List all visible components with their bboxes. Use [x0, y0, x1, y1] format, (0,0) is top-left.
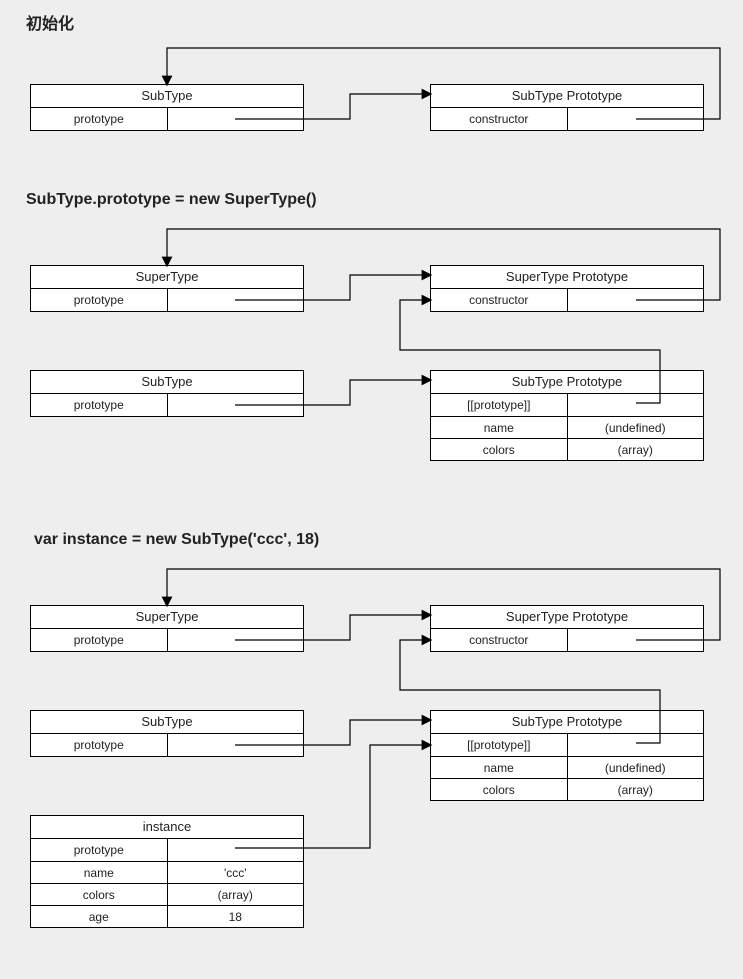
s3-inst-r0k: prototype [31, 839, 168, 861]
s2-sub-left: SubType prototype [30, 370, 304, 417]
s3-super-left: SuperType prototype [30, 605, 304, 652]
s2-sub-right-title: SubType Prototype [431, 371, 703, 394]
s2-sub-right-r2v: (array) [568, 439, 704, 460]
s2-sub-left-val [168, 394, 304, 416]
s3-sub-left-title: SubType [31, 711, 303, 734]
s2-sub-right-r1v: (undefined) [568, 417, 704, 438]
s3-sub-left: SubType prototype [30, 710, 304, 757]
s2-super-right-key: constructor [431, 289, 568, 311]
s2-sub-right-r0k: [[prototype]] [431, 394, 568, 416]
s3-sub-left-key: prototype [31, 734, 168, 756]
s3-inst-r2v: (array) [168, 884, 304, 905]
s1-proto-prop-key: constructor [431, 108, 568, 130]
s3-sub-right-r1v: (undefined) [568, 757, 704, 778]
s3-inst-r0v [168, 839, 304, 861]
s1-subtype-prop-val [168, 108, 304, 130]
s3-sub-right-r0v [568, 734, 704, 756]
s2-super-left-title: SuperType [31, 266, 303, 289]
s3-sub-right-r2k: colors [431, 779, 568, 800]
section3-title: var instance = new SubType('ccc', 18) [34, 531, 319, 549]
s3-inst-r3v: 18 [168, 906, 304, 927]
s3-sub-right: SubType Prototype [[prototype]] name (un… [430, 710, 704, 801]
section2-title: SubType.prototype = new SuperType() [26, 191, 317, 209]
s3-super-left-title: SuperType [31, 606, 303, 629]
s2-sub-right-r2k: colors [431, 439, 568, 460]
s2-sub-left-title: SubType [31, 371, 303, 394]
s3-inst-r1k: name [31, 862, 168, 883]
s3-inst-r2k: colors [31, 884, 168, 905]
s2-super-right: SuperType Prototype constructor [430, 265, 704, 312]
s2-sub-right-r1k: name [431, 417, 568, 438]
s2-super-left-val [168, 289, 304, 311]
s3-sub-right-r1k: name [431, 757, 568, 778]
s3-super-right-val [568, 629, 704, 651]
s3-super-right-key: constructor [431, 629, 568, 651]
s3-inst-r1v: 'ccc' [168, 862, 304, 883]
s3-super-left-key: prototype [31, 629, 168, 651]
s2-super-left: SuperType prototype [30, 265, 304, 312]
s2-super-right-title: SuperType Prototype [431, 266, 703, 289]
s3-inst-r3k: age [31, 906, 168, 927]
s3-sub-right-r2v: (array) [568, 779, 704, 800]
s2-sub-right: SubType Prototype [[prototype]] name (un… [430, 370, 704, 461]
s3-super-right: SuperType Prototype constructor [430, 605, 704, 652]
s3-sub-right-r0k: [[prototype]] [431, 734, 568, 756]
s3-sub-right-title: SubType Prototype [431, 711, 703, 734]
s3-super-left-val [168, 629, 304, 651]
s2-super-right-val [568, 289, 704, 311]
s2-sub-left-key: prototype [31, 394, 168, 416]
s1-proto-title: SubType Prototype [431, 85, 703, 108]
s1-proto-box: SubType Prototype constructor [430, 84, 704, 131]
s3-super-right-title: SuperType Prototype [431, 606, 703, 629]
s2-super-left-key: prototype [31, 289, 168, 311]
s1-subtype-title: SubType [31, 85, 303, 108]
s2-sub-right-r0v [568, 394, 704, 416]
s1-proto-prop-val [568, 108, 704, 130]
s1-subtype-prop-key: prototype [31, 108, 168, 130]
s3-instance-title: instance [31, 816, 303, 839]
s1-subtype-box: SubType prototype [30, 84, 304, 131]
s3-sub-left-val [168, 734, 304, 756]
s3-instance: instance prototype name 'ccc' colors (ar… [30, 815, 304, 928]
section1-title: 初始化 [26, 10, 74, 34]
